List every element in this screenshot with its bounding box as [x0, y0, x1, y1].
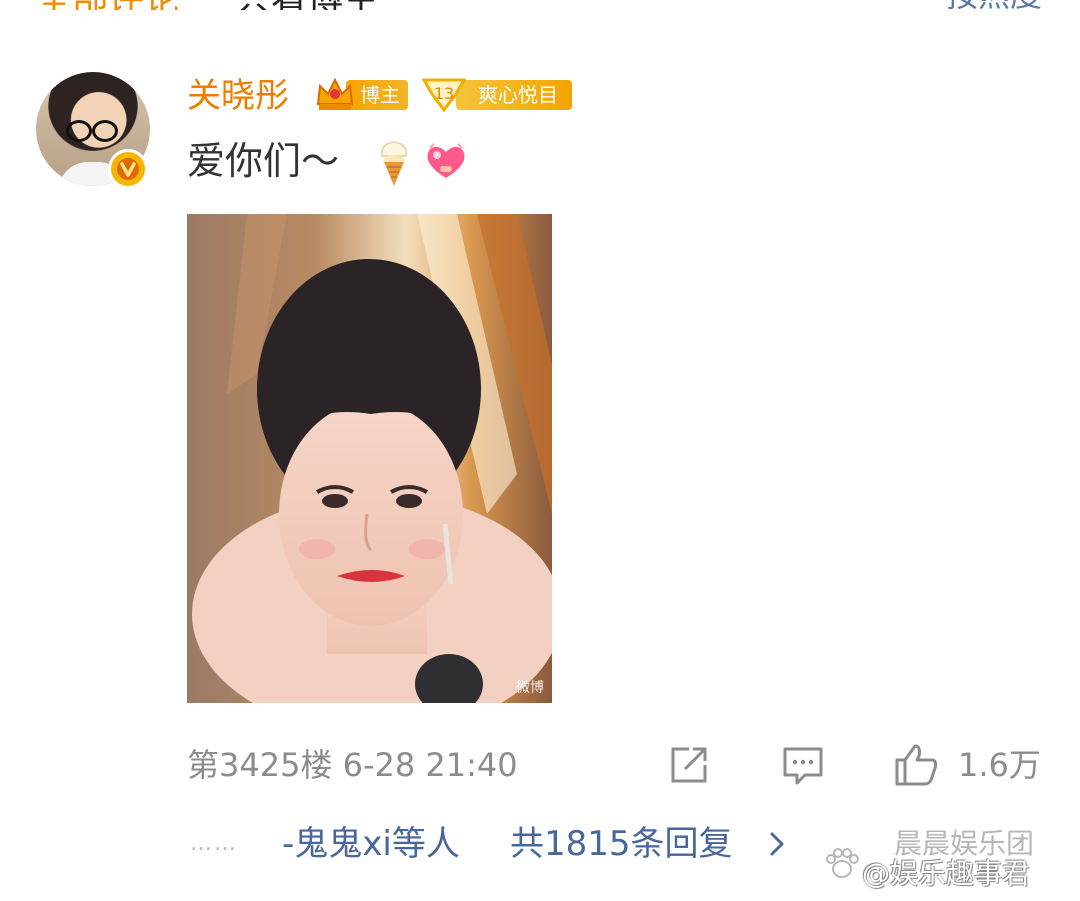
- thumbs-up-icon[interactable]: [893, 740, 941, 788]
- reply-total-link[interactable]: 共1815条回复: [510, 820, 733, 868]
- chevron-right-icon[interactable]: [766, 826, 790, 862]
- reply-ellipsis: ……: [190, 831, 238, 856]
- sort-by-heat[interactable]: 按热度: [946, 0, 1042, 10]
- reply-users-link[interactable]: -鬼鬼xi等人: [282, 820, 460, 868]
- like-count: 1.6万: [958, 746, 1041, 784]
- image-watermark: 微博: [516, 680, 544, 696]
- username[interactable]: 关晓彤: [187, 74, 289, 118]
- tab-all-comments[interactable]: 全部评论: [36, 0, 180, 10]
- crying-photo: [187, 214, 552, 703]
- comment-header-bar: 全部评论 只看博主 按热度: [0, 0, 1080, 10]
- timestamp: 6-28 21:40: [342, 746, 518, 784]
- heart-icon: [427, 143, 465, 178]
- comment-image[interactable]: 微博: [187, 214, 552, 703]
- avatar-glasses: [66, 120, 118, 142]
- fan-badge-label: 爽心悦目: [456, 80, 572, 110]
- comment-meta: 第3425楼 6-28 21:40: [187, 744, 518, 786]
- comment-bubble-icon[interactable]: [781, 743, 825, 787]
- verified-v-icon: [108, 149, 148, 189]
- fan-level-number: 13: [434, 84, 454, 103]
- watermark: 晨晨娱乐团 @娱乐趣事君: [824, 827, 1072, 893]
- fan-level-badge[interactable]: 爽心悦目 13: [420, 74, 572, 114]
- floor-number: 第3425楼: [187, 746, 333, 784]
- fan-diamond-icon: 13: [421, 78, 467, 113]
- share-icon[interactable]: [667, 743, 711, 787]
- ice-cream-icon: [381, 141, 407, 186]
- blogger-badge: 博主: [314, 74, 408, 114]
- paw-icon: [826, 848, 859, 878]
- watermark-line1: 晨晨娱乐团: [894, 827, 1035, 860]
- crown-icon: [316, 77, 354, 110]
- watermark-line2: @娱乐趣事君: [862, 857, 1031, 890]
- tab-blogger-only[interactable]: 只看博主: [235, 0, 379, 10]
- comment-text: 爱你们～: [187, 139, 340, 183]
